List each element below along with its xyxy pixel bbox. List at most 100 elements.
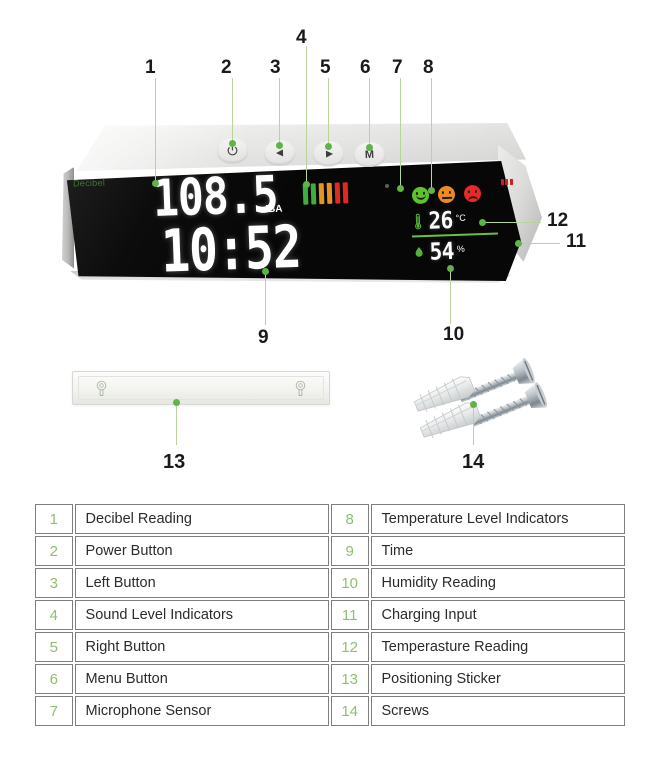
callout-number-6: 6 bbox=[360, 57, 371, 78]
charging-indicator-icon bbox=[500, 178, 516, 186]
legend-label-9: Time bbox=[370, 536, 625, 566]
leader-dot-7 bbox=[397, 185, 404, 192]
legend-label-4: Sound Level Indicators bbox=[74, 600, 329, 630]
callout-number-8: 8 bbox=[423, 57, 434, 78]
positioning-sticker bbox=[72, 371, 330, 405]
leader-dot-1 bbox=[152, 180, 159, 187]
callout-number-5: 5 bbox=[320, 57, 331, 78]
callout-number-14: 14 bbox=[462, 451, 485, 473]
legend-number-4: 4 bbox=[35, 600, 73, 630]
table-row: 7 Microphone Sensor 14 Screws bbox=[35, 696, 625, 726]
leader-dot-6 bbox=[366, 144, 373, 151]
sound-bar-4 bbox=[326, 182, 333, 204]
callout-number-12: 12 bbox=[547, 210, 569, 231]
legend-number-6: 6 bbox=[35, 664, 73, 694]
leader-line-8 bbox=[431, 78, 432, 190]
leader-dot-3 bbox=[276, 142, 283, 149]
legend-number-2: 2 bbox=[35, 536, 73, 566]
leader-line-13 bbox=[176, 402, 177, 445]
legend-label-6: Menu Button bbox=[74, 664, 329, 694]
humidity-row: 54 % bbox=[412, 236, 499, 265]
table-row: 6 Menu Button 13 Positioning Sticker bbox=[35, 664, 625, 694]
leader-dot-11 bbox=[515, 240, 522, 247]
sound-bar-5 bbox=[334, 182, 341, 204]
table-row: 4 Sound Level Indicators 11 Charging Inp… bbox=[35, 600, 625, 630]
legend-number-12: 12 bbox=[330, 632, 369, 662]
legend-number-14: 14 bbox=[330, 696, 369, 726]
legend-label-13: Positioning Sticker bbox=[370, 664, 625, 694]
legend-label-12: Temperasture Reading bbox=[370, 632, 625, 662]
temperature-level-indicators bbox=[411, 184, 482, 205]
time-reading: 10:52 bbox=[160, 213, 302, 287]
leader-line-11 bbox=[520, 243, 560, 244]
keyhole-marking-right bbox=[294, 380, 307, 398]
sound-bar-6 bbox=[342, 182, 349, 204]
callout-number-11: 11 bbox=[566, 231, 587, 252]
callout-number-7: 7 bbox=[392, 57, 403, 78]
legend-label-5: Right Button bbox=[74, 632, 329, 662]
legend-number-9: 9 bbox=[330, 536, 369, 566]
callout-number-10: 10 bbox=[443, 324, 465, 345]
happy-face-icon bbox=[411, 186, 430, 205]
legend-number-8: 8 bbox=[330, 504, 369, 534]
leader-dot-14 bbox=[470, 401, 477, 408]
legend-number-10: 10 bbox=[330, 568, 369, 598]
leader-line-14 bbox=[473, 404, 474, 445]
legend-label-14: Screws bbox=[370, 696, 625, 726]
legend-number-1: 1 bbox=[35, 504, 73, 534]
leader-dot-9 bbox=[262, 268, 269, 275]
leader-line-4 bbox=[306, 46, 307, 184]
temperature-unit-label: °C bbox=[455, 212, 466, 223]
legend-label-1: Decibel Reading bbox=[74, 504, 329, 534]
table-row: 3 Left Button 10 Humidity Reading bbox=[35, 568, 625, 598]
humidity-reading: 54 bbox=[429, 237, 455, 265]
keyhole-marking-left bbox=[95, 380, 108, 398]
table-row: 1 Decibel Reading 8 Temperature Level In… bbox=[35, 504, 625, 534]
sound-bar-2 bbox=[310, 183, 317, 205]
leader-line-6 bbox=[369, 78, 370, 146]
callout-number-9: 9 bbox=[258, 327, 269, 348]
legend-number-5: 5 bbox=[35, 632, 73, 662]
legend-number-11: 11 bbox=[330, 600, 369, 630]
brand-label: Decibel bbox=[72, 177, 106, 189]
leader-dot-10 bbox=[447, 265, 454, 272]
temperature-humidity-block: 26 °C 54 % bbox=[411, 206, 499, 265]
neutral-face-icon bbox=[437, 185, 456, 204]
callout-number-1: 1 bbox=[145, 57, 156, 78]
temperature-reading: 26 bbox=[428, 206, 454, 235]
leader-dot-5 bbox=[325, 143, 332, 150]
table-row: 5 Right Button 12 Temperasture Reading bbox=[35, 632, 625, 662]
leader-line-12 bbox=[484, 222, 541, 223]
screws-and-wall-anchors bbox=[400, 358, 570, 453]
thermometer-icon bbox=[411, 213, 425, 230]
leader-line-10 bbox=[450, 268, 451, 324]
legend-label-10: Humidity Reading bbox=[370, 568, 625, 598]
leader-dot-12 bbox=[479, 219, 486, 226]
leader-dot-4 bbox=[303, 181, 310, 188]
legend-label-11: Charging Input bbox=[370, 600, 625, 630]
legend-table: 1 Decibel Reading 8 Temperature Level In… bbox=[33, 502, 627, 728]
legend-label-2: Power Button bbox=[74, 536, 329, 566]
callout-number-4: 4 bbox=[296, 27, 307, 48]
sound-bar-3 bbox=[318, 183, 325, 205]
leader-dot-13 bbox=[173, 399, 180, 406]
callout-number-3: 3 bbox=[270, 57, 281, 78]
legend-label-8: Temperature Level Indicators bbox=[370, 504, 625, 534]
table-row: 2 Power Button 9 Time bbox=[35, 536, 625, 566]
leader-line-7 bbox=[400, 78, 401, 188]
legend-label-7: Microphone Sensor bbox=[74, 696, 329, 726]
leader-dot-8 bbox=[428, 187, 435, 194]
legend-number-7: 7 bbox=[35, 696, 73, 726]
sad-face-icon bbox=[463, 184, 482, 203]
legend-number-13: 13 bbox=[330, 664, 369, 694]
humidity-unit-label: % bbox=[456, 243, 465, 254]
leader-dot-2 bbox=[229, 140, 236, 147]
microphone-sensor-dot bbox=[385, 184, 389, 188]
leader-line-1 bbox=[155, 78, 156, 182]
leader-line-2 bbox=[232, 78, 233, 143]
callout-number-13: 13 bbox=[163, 451, 186, 473]
legend-number-3: 3 bbox=[35, 568, 73, 598]
leader-line-3 bbox=[279, 78, 280, 144]
leader-line-5 bbox=[328, 78, 329, 145]
legend-label-3: Left Button bbox=[74, 568, 329, 598]
